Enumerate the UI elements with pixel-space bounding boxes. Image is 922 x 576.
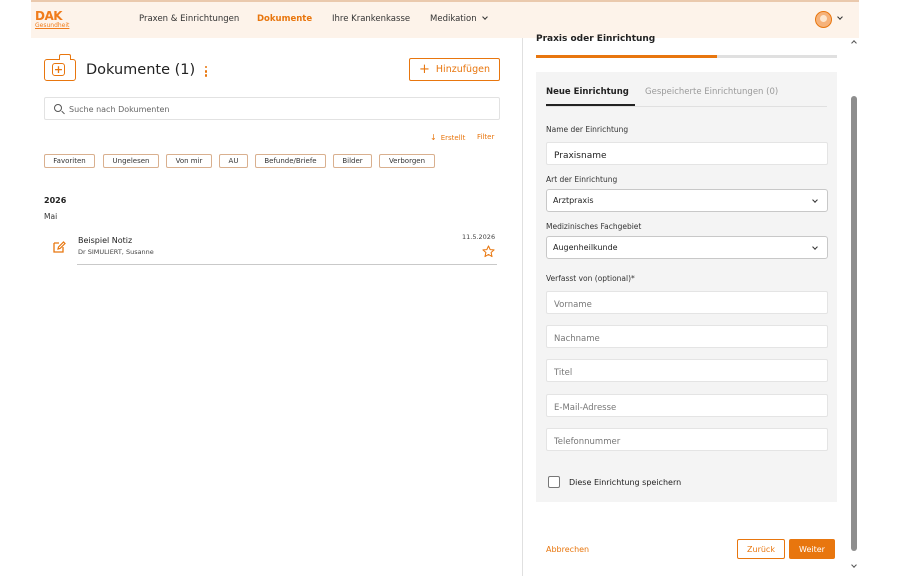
name-label: Name der Einrichtung — [546, 125, 629, 134]
chip-bilder[interactable]: Bilder — [333, 154, 372, 168]
back-button[interactable]: Zurück — [737, 539, 785, 559]
specialty-select[interactable]: Augenheilkunde — [546, 236, 828, 259]
progress-fill — [536, 55, 717, 58]
scroll-up-arrow[interactable] — [851, 39, 857, 45]
last-name-input[interactable] — [547, 328, 827, 350]
save-facility-label[interactable]: Diese Einrichtung speichern — [569, 478, 681, 487]
title-input[interactable] — [547, 362, 827, 384]
scroll-down-arrow[interactable] — [851, 563, 857, 569]
more-options-icon[interactable] — [205, 66, 208, 79]
type-label: Art der Einrichtung — [546, 175, 618, 184]
document-title[interactable]: Beispiel Notiz — [78, 236, 132, 245]
search-input[interactable] — [69, 101, 489, 117]
user-avatar-icon[interactable] — [815, 11, 832, 28]
arrow-down-icon: ↓ — [430, 133, 437, 142]
type-value: Arztpraxis — [553, 196, 594, 205]
phone-input[interactable] — [547, 431, 827, 453]
chip-befunde-briefe[interactable]: Befunde/Briefe — [255, 154, 326, 168]
form-title: Praxis oder Einrichtung — [536, 34, 656, 44]
form-progress-bar — [536, 55, 837, 58]
group-year: 2026 — [44, 196, 67, 205]
email-input[interactable] — [547, 397, 827, 419]
documents-folder-icon: + — [44, 54, 76, 81]
sort-button[interactable]: ↓ Erstellt — [430, 133, 465, 142]
document-author: Dr SIMULIERT, Susanne — [78, 248, 154, 256]
first-name-input[interactable] — [547, 294, 827, 316]
dak-logo[interactable]: DAK Gesundheit — [35, 10, 71, 30]
chip-favoriten[interactable]: Favoriten — [44, 154, 95, 168]
chevron-down-icon — [812, 244, 818, 250]
phone-field[interactable] — [546, 428, 828, 453]
chevron-down-icon — [812, 197, 818, 203]
cancel-button[interactable]: Abbrechen — [546, 545, 589, 554]
add-button-label: Hinzufügen — [435, 64, 490, 75]
edit-note-icon — [53, 241, 66, 253]
nav-item-dokumente[interactable]: Dokumente — [257, 14, 312, 24]
tab-neue-einrichtung[interactable]: Neue Einrichtung — [546, 87, 629, 97]
filter-button[interactable]: Filter — [477, 133, 494, 141]
title-field[interactable] — [546, 359, 828, 384]
name-input[interactable] — [547, 145, 827, 167]
chip-von-mir[interactable]: Von mir — [166, 154, 212, 168]
tab-gespeicherte-einrichtungen[interactable]: Gespeicherte Einrichtungen (0) — [645, 87, 778, 97]
logo-brand: DAK — [35, 9, 63, 23]
specialty-value: Augenheilkunde — [553, 243, 618, 252]
panel-divider — [522, 38, 523, 576]
nav-item-krankenkasse[interactable]: Ihre Krankenkasse — [332, 14, 410, 24]
specialty-label: Medizinisches Fachgebiet — [546, 222, 642, 231]
next-button[interactable]: Weiter — [789, 539, 835, 559]
document-date: 11.5.2026 — [462, 233, 496, 241]
document-search[interactable] — [44, 97, 500, 120]
name-field[interactable] — [546, 142, 828, 167]
author-label: Verfasst von (optional)* — [546, 274, 635, 283]
tab-active-indicator — [546, 104, 635, 106]
chip-au[interactable]: AU — [219, 154, 248, 168]
nav-item-medikation-label: Medikation — [430, 14, 477, 24]
add-document-button[interactable]: + Hinzufügen — [409, 58, 500, 81]
chip-verborgen[interactable]: Verborgen — [379, 154, 435, 168]
star-icon[interactable] — [482, 245, 495, 258]
last-name-field[interactable] — [546, 325, 828, 350]
plus-icon: + — [52, 63, 65, 76]
list-divider — [77, 264, 497, 265]
sort-label: Erstellt — [440, 134, 466, 142]
nav-item-praxen[interactable]: Praxen & Einrichtungen — [139, 14, 239, 24]
scrollbar-thumb[interactable] — [851, 96, 857, 551]
type-select[interactable]: Arztpraxis — [546, 189, 828, 212]
save-facility-checkbox[interactable] — [548, 476, 560, 488]
page-title: Dokumente (1) — [86, 62, 196, 78]
group-month: Mai — [44, 212, 58, 221]
search-icon — [54, 104, 62, 112]
chevron-down-icon — [481, 14, 488, 20]
email-field[interactable] — [546, 394, 828, 419]
first-name-field[interactable] — [546, 291, 828, 316]
logo-subtitle: Gesundheit — [35, 22, 70, 29]
tab-underline — [546, 106, 827, 107]
chip-ungelesen[interactable]: Ungelesen — [103, 154, 159, 168]
plus-icon: + — [419, 61, 430, 77]
nav-item-medikation[interactable]: Medikation — [430, 14, 488, 24]
